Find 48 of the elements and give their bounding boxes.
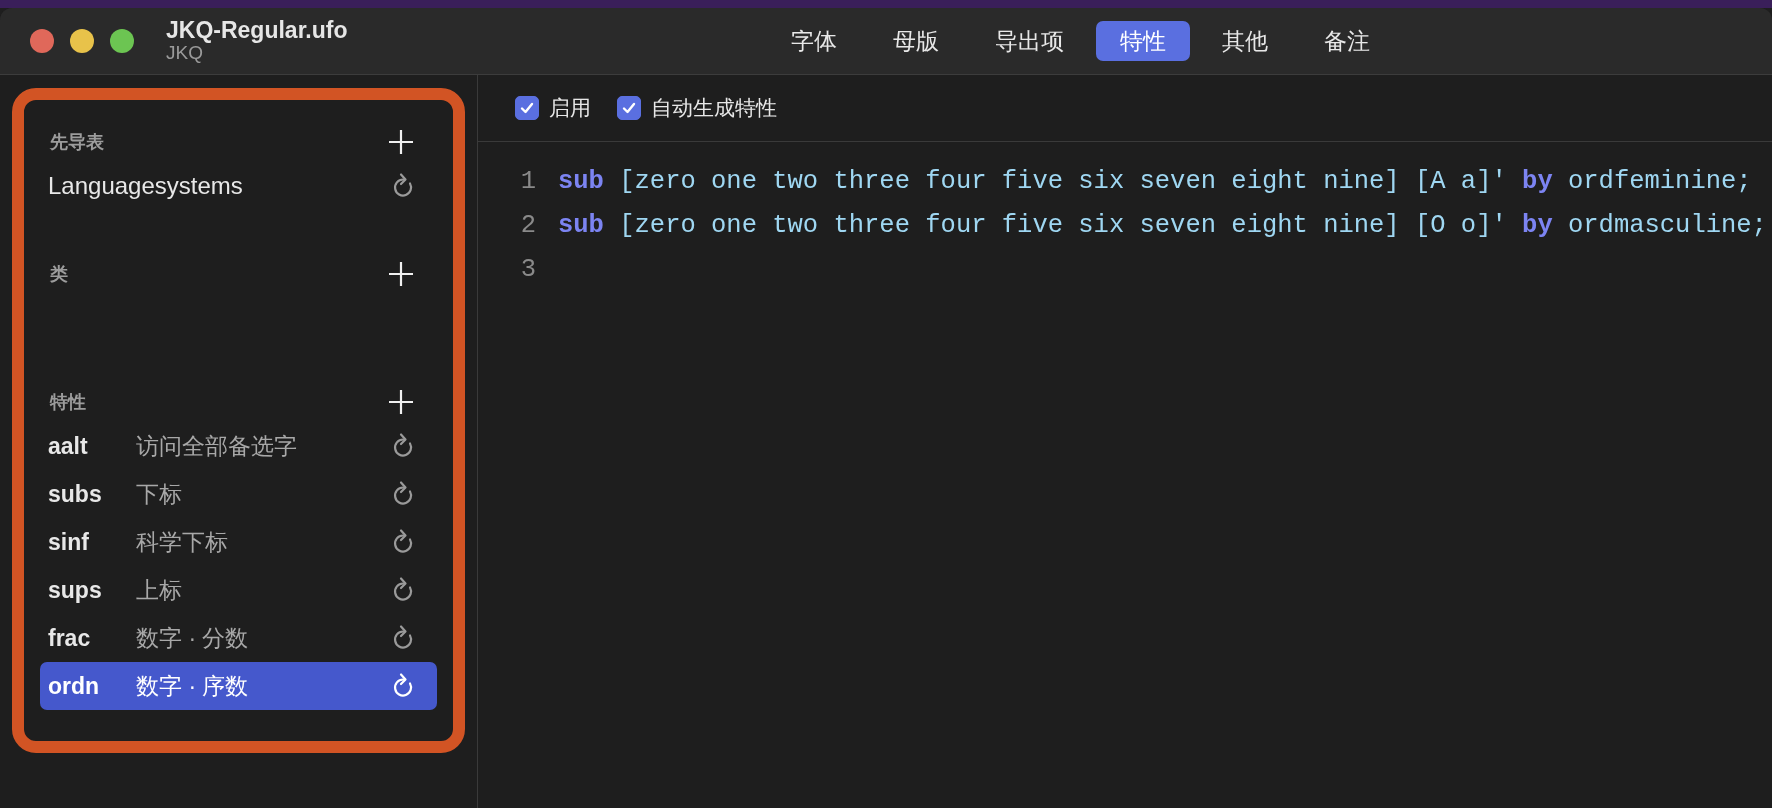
close-button[interactable] [30,29,54,53]
tab[interactable]: 母版 [869,20,964,62]
zoom-button[interactable] [110,29,134,53]
sidebar-item[interactable]: subs 下标 [40,470,437,518]
feature-description: 数字 · 分数 [136,623,249,653]
feature-description: 下标 [136,479,182,509]
add-button[interactable] [387,260,415,288]
window-title: JKQ-Regular.ufo [166,17,348,44]
tab[interactable]: 导出项 [971,20,1089,62]
sidebar-item[interactable]: Languagesystems [40,162,437,210]
check-icon [519,100,535,116]
check-icon [621,100,637,116]
feature-tag: aalt [48,428,136,464]
checkbox[interactable] [617,96,641,120]
feature-description: 访问全部备选字 [136,431,297,461]
sidebar-item[interactable]: frac 数字 · 分数 [40,614,437,662]
checkbox-label: 启用 [549,95,591,122]
tab[interactable]: 备注 [1300,20,1395,62]
feature-description: 数字 · 序数 [136,671,249,701]
line-number: 2 [519,209,537,242]
line-number: 3 [519,253,537,286]
code-line: sub [zero one two three four five six seven eight nine] [A a]' by ordfeminine; [558,165,1752,198]
tab[interactable]: 其他 [1198,20,1293,62]
minimize-button[interactable] [70,29,94,53]
feature-tag: sups [48,572,136,608]
add-button[interactable] [387,128,415,156]
line-number: 1 [519,165,537,198]
tab[interactable]: 特性 [1096,20,1191,62]
window-subtitle: JKQ [166,43,203,65]
feature-description: 科学下标 [136,527,228,557]
add-button[interactable] [387,388,415,416]
checkbox-label: 自动生成特性 [651,95,777,122]
sidebar-item[interactable]: sinf 科学下标 [40,518,437,566]
sidebar-item[interactable]: ordn 数字 · 序数 [40,662,437,710]
code-line: sub [zero one two three four five six seven eight nine] [O o]' by ordmasculine; [558,209,1767,242]
feature-tag: sinf [48,524,136,560]
sidebar-item[interactable]: sups 上标 [40,566,437,614]
feature-tag: frac [48,620,136,656]
section-header: 先导表 [50,130,104,154]
checkbox[interactable] [515,96,539,120]
feature-tag: subs [48,476,136,512]
feature-tag: Languagesystems [48,168,243,204]
sidebar-item[interactable]: aalt 访问全部备选字 [40,422,437,470]
tab[interactable]: 字体 [767,20,862,62]
feature-tag: ordn [48,668,136,704]
section-header: 类 [50,262,68,286]
section-header: 特性 [50,390,86,414]
feature-description: 上标 [136,575,182,605]
